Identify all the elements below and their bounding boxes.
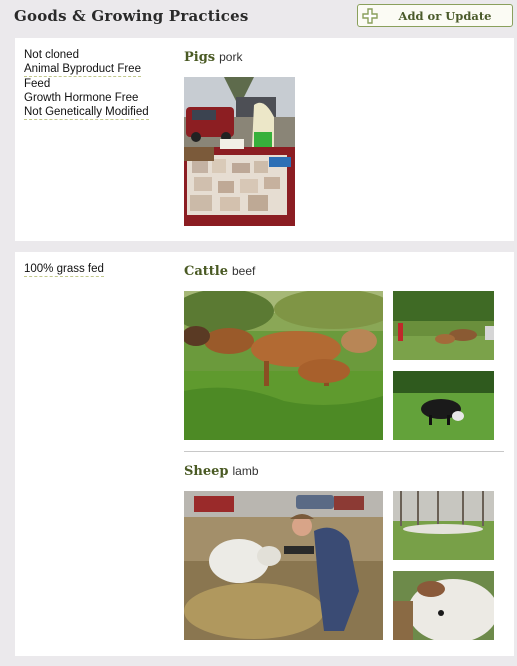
practice-item: Growth Hormone Free <box>24 92 139 104</box>
animal-name: Cattle <box>184 264 228 279</box>
pig-products-photo[interactable] <box>184 77 295 226</box>
animal-heading: Cattle beef <box>184 263 255 279</box>
animal-name: Sheep <box>184 464 229 479</box>
add-or-update-label: Add or Update <box>398 9 492 23</box>
animal-heading: Pigs pork <box>184 49 242 65</box>
plus-icon <box>362 8 378 24</box>
animal-heading: Sheep lamb <box>184 463 259 479</box>
practice-item: Not cloned <box>24 49 79 61</box>
animal-product: pork <box>219 50 243 64</box>
cattle-thumbnail-2[interactable] <box>393 371 494 440</box>
divider <box>184 451 504 452</box>
practice-item[interactable]: 100% grass fed <box>24 263 104 277</box>
animal-product: lamb <box>232 464 259 478</box>
practice-list: Not cloned Animal Byproduct Free Feed Gr… <box>24 48 149 120</box>
section-header: Goods & Growing Practices Add or Update <box>0 0 517 36</box>
animal-name: Pigs <box>184 50 216 65</box>
practice-list: 100% grass fed <box>24 262 104 277</box>
practice-item: Feed <box>24 78 51 90</box>
sheep-main-photo[interactable] <box>184 491 383 640</box>
add-or-update-button[interactable]: Add or Update <box>357 4 513 27</box>
goods-panel-pigs: Not cloned Animal Byproduct Free Feed Gr… <box>15 38 514 241</box>
sheep-thumbnail-2[interactable] <box>393 571 494 640</box>
practice-item[interactable]: Not Genetically Modified <box>24 106 149 120</box>
animal-product: beef <box>232 264 256 278</box>
practice-item[interactable]: Animal Byproduct Free <box>24 63 141 77</box>
goods-panel-cattle-sheep: 100% grass fed Cattle beef Sheep lamb <box>15 252 514 656</box>
sheep-thumbnail-1[interactable] <box>393 491 494 560</box>
cattle-thumbnail-1[interactable] <box>393 291 494 360</box>
cattle-main-photo[interactable] <box>184 291 383 440</box>
page-title: Goods & Growing Practices <box>14 7 249 25</box>
